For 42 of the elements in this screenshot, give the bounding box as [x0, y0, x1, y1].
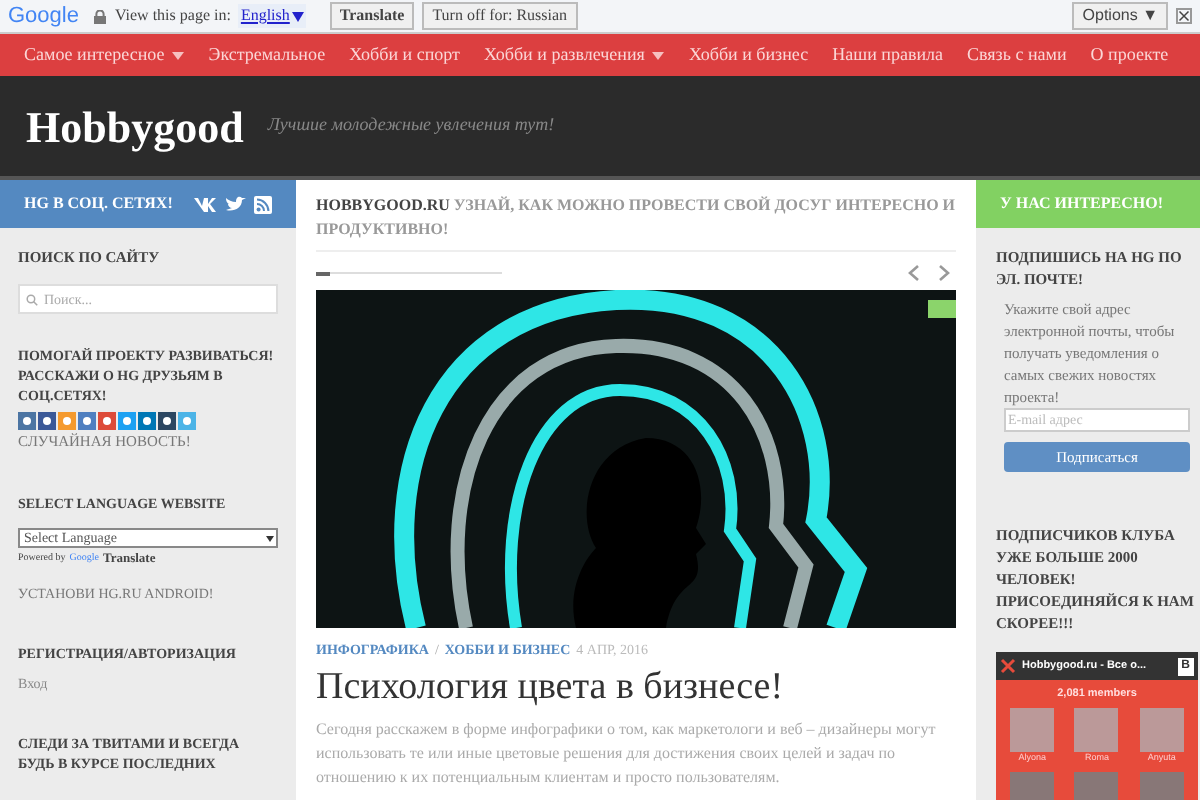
share-icon[interactable] — [138, 412, 156, 431]
caret-icon — [264, 530, 276, 546]
nav-link[interactable]: Наши правила — [832, 41, 944, 69]
prompt-text: View this page in: — [114, 4, 231, 28]
nav-link[interactable]: Экстремальное — [208, 41, 326, 69]
turn-off-button[interactable]: Turn off for: Russian — [422, 2, 578, 30]
avatar-placeholder — [1010, 708, 1055, 753]
share-icon[interactable] — [38, 412, 56, 431]
rss-icon[interactable] — [254, 195, 272, 213]
sidebar-heading: HG В СОЦ. СЕТЯХ! — [24, 192, 173, 216]
previous-icon[interactable] — [908, 264, 920, 282]
share-icon[interactable] — [18, 412, 36, 431]
share-icon[interactable] — [158, 412, 176, 431]
language-dropdown[interactable]: English — [238, 4, 306, 28]
lock-icon — [94, 9, 107, 23]
vk-icon[interactable] — [194, 195, 218, 211]
post-title: Психология цвета в бизнесе! — [316, 663, 786, 711]
google-logo: Google — [8, 1, 79, 32]
search-icon — [26, 294, 38, 307]
bird-icon[interactable] — [226, 195, 246, 211]
close-icon[interactable] — [1176, 8, 1192, 24]
options-button[interactable]: Options ▼ — [1072, 2, 1168, 30]
logo-icon — [1000, 658, 1016, 674]
site-tagline: Лучшие молодежные увлечения тут! — [267, 112, 555, 139]
sidebar-heading: У НАС ИНТЕРЕСНО! — [1000, 192, 1163, 216]
next-icon[interactable] — [938, 264, 950, 282]
share-icon[interactable] — [98, 412, 116, 431]
site-title: Hobbygood — [26, 99, 244, 156]
nav-link[interactable]: Самое интересное — [24, 41, 185, 69]
post-excerpt: Сегодня расскажем в форме инфографики о том, как маркетологи и веб – дизайнеры могут использовать те или иные цветовые решения для достижения своих целей и задач по отношению к их потенциальным клиентам и просто пользователям. — [316, 717, 938, 789]
nav-link[interactable]: О проекте — [1090, 41, 1169, 69]
translate-button[interactable]: Translate — [329, 2, 415, 30]
share-icon[interactable] — [78, 412, 96, 431]
caret-icon — [291, 11, 304, 22]
nav-link[interactable]: Хобби и развлечения — [483, 41, 665, 69]
corner-tag — [928, 300, 956, 318]
ticker-text: HOBBYGOOD.RU УЗНАЙ, КАК МОЖНО ПРОВЕСТИ СВОЙ ДОСУГ ИНТЕРЕСНО И ПРОДУКТИВНО! — [316, 196, 956, 238]
nav-link[interactable]: Связь с нами — [967, 41, 1067, 69]
avatar-placeholder — [1139, 708, 1184, 753]
nav-link[interactable]: Хобби и бизнес — [688, 41, 809, 69]
avatar-placeholder — [1074, 708, 1119, 753]
nav-link[interactable]: Хобби и спорт — [349, 41, 460, 69]
